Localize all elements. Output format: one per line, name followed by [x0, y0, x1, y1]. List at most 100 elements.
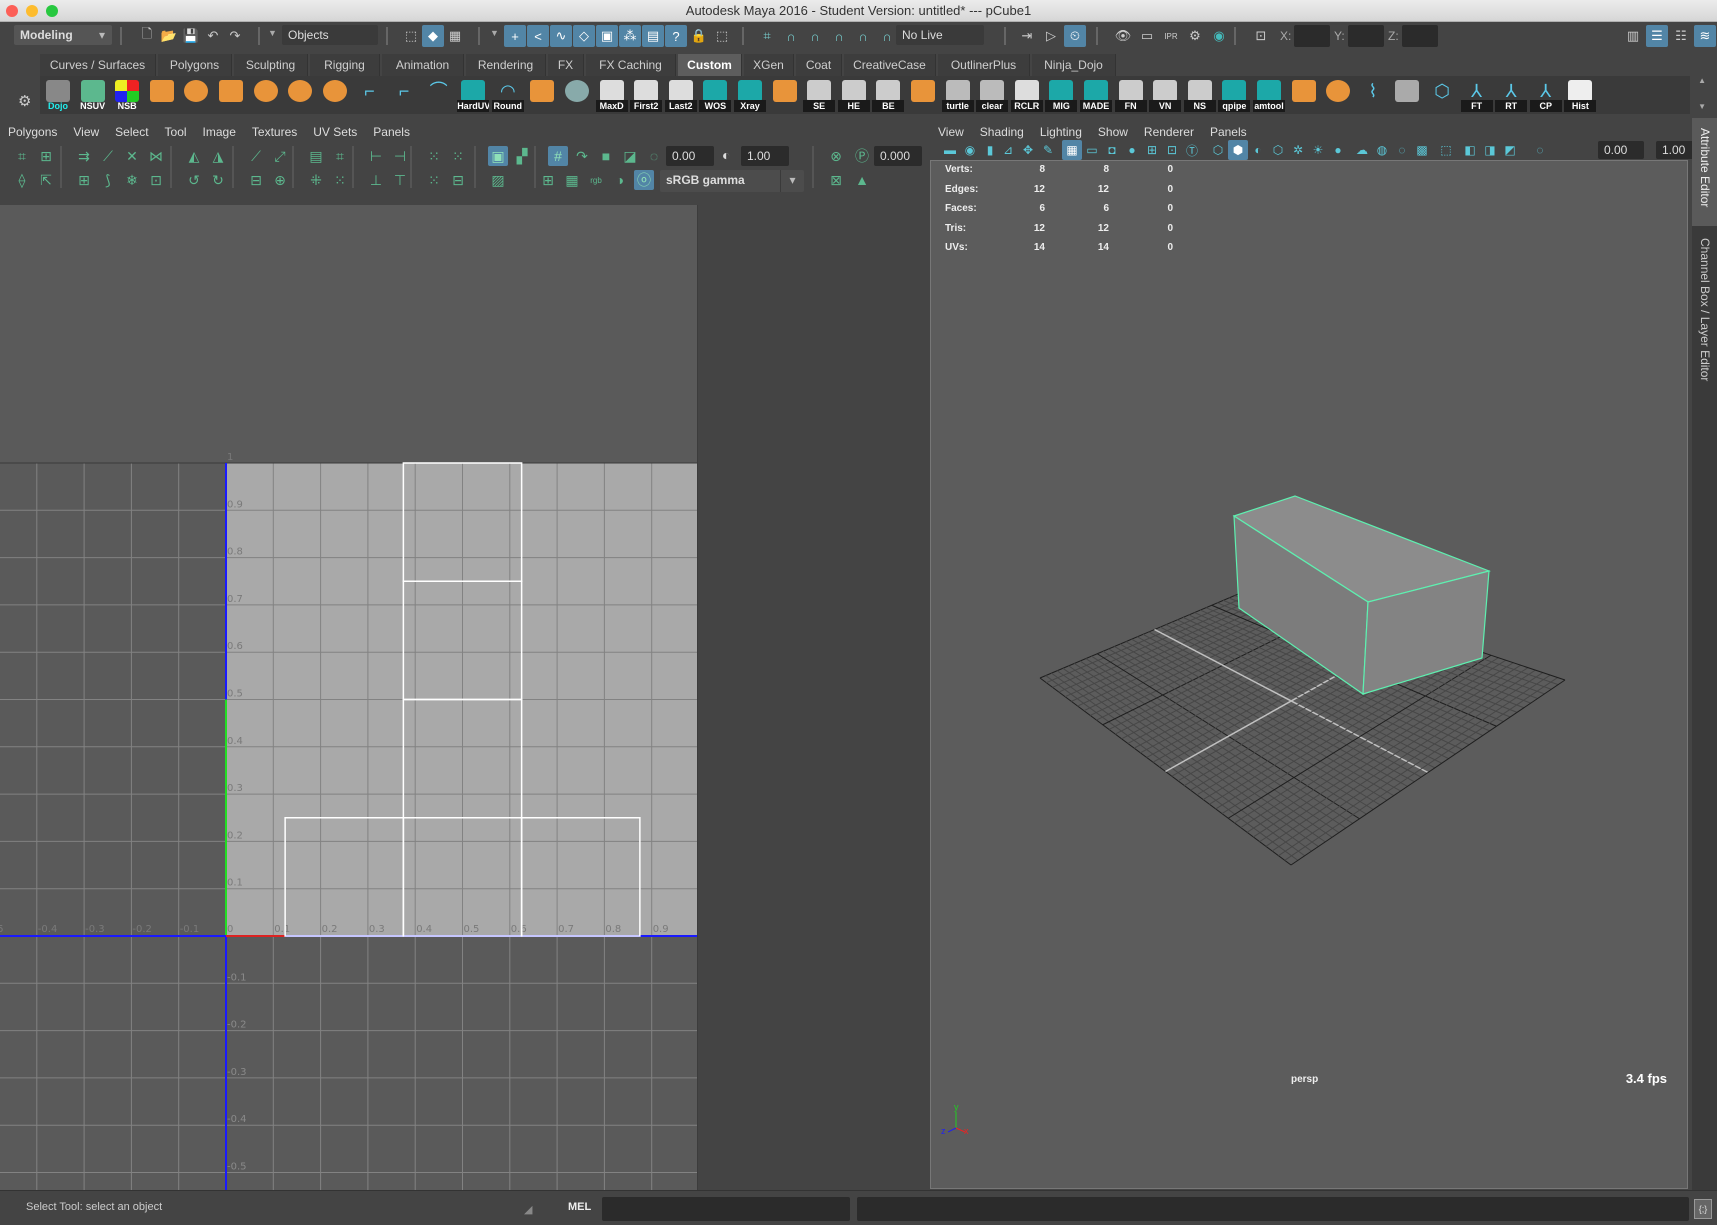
snap-magnet-icon[interactable]: ∩: [876, 25, 898, 47]
attribute-editor-toggle-icon[interactable]: ☰: [1646, 25, 1668, 47]
open-scene-icon[interactable]: 📂: [158, 25, 180, 47]
z-coord-field[interactable]: [1402, 25, 1438, 47]
render-current-frame-icon[interactable]: ▭: [1136, 25, 1158, 47]
uv-editor-viewport[interactable]: -.5 -0.4 -0.3 -0.2 -0.1 0 0.1 0.2 0.3 0.4 0.5 0.6 0.…: [0, 205, 698, 1190]
gear-icon[interactable]: ⚙: [18, 92, 31, 110]
shelf-tab-polygons[interactable]: Polygons: [158, 54, 232, 76]
channel-box-toggle-icon[interactable]: ≋: [1694, 25, 1716, 47]
smudge-icon[interactable]: ⟆: [98, 170, 118, 190]
render-settings-icon[interactable]: ⚙: [1184, 25, 1206, 47]
y-coord-field[interactable]: [1348, 25, 1384, 47]
shelf-button-qpipe[interactable]: qpipe: [1218, 78, 1251, 112]
uv-menu-uv-sets[interactable]: UV Sets: [313, 125, 357, 139]
input-operations-icon[interactable]: ⇥: [1016, 25, 1038, 47]
script-editor-icon[interactable]: {;}: [1694, 1199, 1712, 1219]
align-left-icon[interactable]: ⊢: [366, 146, 386, 166]
select-objects-icon[interactable]: ◆: [422, 25, 444, 47]
move-uv-icon[interactable]: ⇱: [36, 170, 56, 190]
shelf-scroll-down-icon[interactable]: ▼: [1698, 102, 1706, 111]
shelf-button-checker-grid[interactable]: [1288, 78, 1320, 112]
xray-active-icon[interactable]: ◨: [1480, 140, 1500, 160]
viewport-menu-panels[interactable]: Panels: [1210, 125, 1247, 139]
shelf-tab-outlinerplus[interactable]: OutlinerPlus: [938, 54, 1030, 76]
shelf-button-maxd[interactable]: MaxD: [595, 78, 628, 112]
smooth-shade-icon[interactable]: ⬢: [1228, 140, 1248, 160]
shelf-button-xray[interactable]: Xray: [734, 78, 766, 112]
chevron-down-icon[interactable]: ▼: [268, 28, 277, 38]
shelf-button-pipe[interactable]: [319, 78, 351, 112]
shelf-tab-creativecase[interactable]: CreativeCase: [844, 54, 936, 76]
frame-all-icon[interactable]: ⊗: [826, 146, 846, 166]
image-display-icon[interactable]: ▣: [488, 146, 508, 166]
move-center-icon[interactable]: ⊕: [270, 170, 290, 190]
shelf-tab-coat[interactable]: Coat: [796, 54, 842, 76]
xray-icon[interactable]: ◧: [1460, 140, 1480, 160]
uv-menu-image[interactable]: Image: [203, 125, 236, 139]
snap-point-icon[interactable]: ∩: [804, 25, 826, 47]
select-rendering-icon[interactable]: ▤: [642, 25, 664, 47]
exposure-icon[interactable]: ◌: [1530, 140, 1550, 160]
grid-icon[interactable]: ▦: [1062, 140, 1082, 160]
select-hierarchy-icon[interactable]: ⬚: [400, 25, 422, 47]
add-uv-icon[interactable]: ⁙: [448, 146, 468, 166]
isolate-icon[interactable]: ↷: [572, 146, 592, 166]
uv-lattice-icon[interactable]: ⌗: [12, 146, 32, 166]
shelf-button-first2[interactable]: First2: [630, 78, 663, 112]
shelf-button-rclr[interactable]: RCLR: [1010, 78, 1043, 112]
rotate-cw-icon[interactable]: ↻: [208, 170, 228, 190]
depth-of-field-icon[interactable]: ▩: [1412, 140, 1432, 160]
rotate-ccw-icon[interactable]: ↺: [184, 170, 204, 190]
resolution-gate-icon[interactable]: ◘: [1102, 140, 1122, 160]
x-coord-field[interactable]: [1294, 25, 1330, 47]
gate-mask-icon[interactable]: ●: [1122, 140, 1142, 160]
snap-grid-icon[interactable]: ⌗: [756, 25, 778, 47]
select-components-icon[interactable]: ▦: [444, 25, 466, 47]
frame-selection-icon[interactable]: ⊠: [826, 170, 846, 190]
shelf-button-sphere[interactable]: [180, 78, 212, 112]
snap-live-icon[interactable]: ∩: [852, 25, 874, 47]
select-misc-icon[interactable]: ?: [665, 25, 687, 47]
straighten-icon[interactable]: ⟋: [246, 146, 266, 166]
new-scene-icon[interactable]: 🗋: [136, 25, 158, 47]
scale-icon[interactable]: ⤢: [270, 146, 290, 166]
selection-mask-field[interactable]: Objects: [282, 25, 378, 45]
shelf-scroll-up-icon[interactable]: ▲: [1698, 76, 1706, 85]
shell-icon[interactable]: ⊞: [74, 170, 94, 190]
shelf-button-last2[interactable]: Last2: [664, 78, 697, 112]
redo-icon[interactable]: ↷: [224, 25, 246, 47]
shelf-button-ns[interactable]: NS: [1183, 78, 1216, 112]
shadows-icon[interactable]: ●: [1328, 140, 1348, 160]
snap-view-plane-icon[interactable]: ∩: [828, 25, 850, 47]
uv-grid-canvas[interactable]: -.5 -0.4 -0.3 -0.2 -0.1 0 0.1 0.2 0.3 0.4 0.5 0.6 0.…: [0, 205, 698, 1190]
shelf-button-path[interactable]: ⌇: [1357, 78, 1389, 112]
tool-settings-icon[interactable]: ☷: [1670, 25, 1692, 47]
viewport-exposure-field[interactable]: 0.00: [1598, 141, 1644, 159]
wireframe-on-shaded-icon[interactable]: ⬡: [1268, 140, 1288, 160]
two-d-pan-icon[interactable]: ✥: [1018, 140, 1038, 160]
shelf-button-globe[interactable]: [561, 78, 593, 112]
select-curve-icon[interactable]: ∿: [550, 25, 572, 47]
modeling-toolkit-icon[interactable]: ▥: [1622, 25, 1644, 47]
shelf-tab-xgen[interactable]: XGen: [744, 54, 794, 76]
image-plane-icon[interactable]: ⊿: [998, 140, 1018, 160]
align-right-icon[interactable]: ⊣: [390, 146, 410, 166]
align-bottom-icon[interactable]: ⊥: [366, 170, 386, 190]
xray-joints-icon[interactable]: ◩: [1500, 140, 1520, 160]
transform-mode-icon[interactable]: ⊡: [1250, 25, 1272, 47]
color-mgmt-on-icon[interactable]: ⓞ: [634, 170, 654, 190]
close-window-button[interactable]: [6, 5, 18, 17]
shelf-button-se[interactable]: SE: [803, 78, 836, 112]
uv-merge-icon[interactable]: ⋈: [146, 146, 166, 166]
film-gate-icon[interactable]: ▭: [1082, 140, 1102, 160]
shelf-button-arc[interactable]: ⌒: [423, 78, 455, 112]
image-icon[interactable]: ▲: [852, 170, 872, 190]
shelf-button-cp[interactable]: ⅄ CP: [1529, 78, 1562, 112]
shelf-button-nsb[interactable]: NSB: [111, 78, 143, 112]
color-space-dropdown[interactable]: sRGB gamma ▾: [660, 170, 804, 192]
camera-icon[interactable]: ▬: [940, 140, 960, 160]
shelf-button-he[interactable]: HE: [837, 78, 870, 112]
hypershade-icon[interactable]: ◉: [1208, 25, 1230, 47]
exposure-icon[interactable]: ◌: [644, 146, 664, 166]
shelf-button-torus[interactable]: [284, 78, 316, 112]
shelf-button-rt[interactable]: ⅄ RT: [1495, 78, 1528, 112]
